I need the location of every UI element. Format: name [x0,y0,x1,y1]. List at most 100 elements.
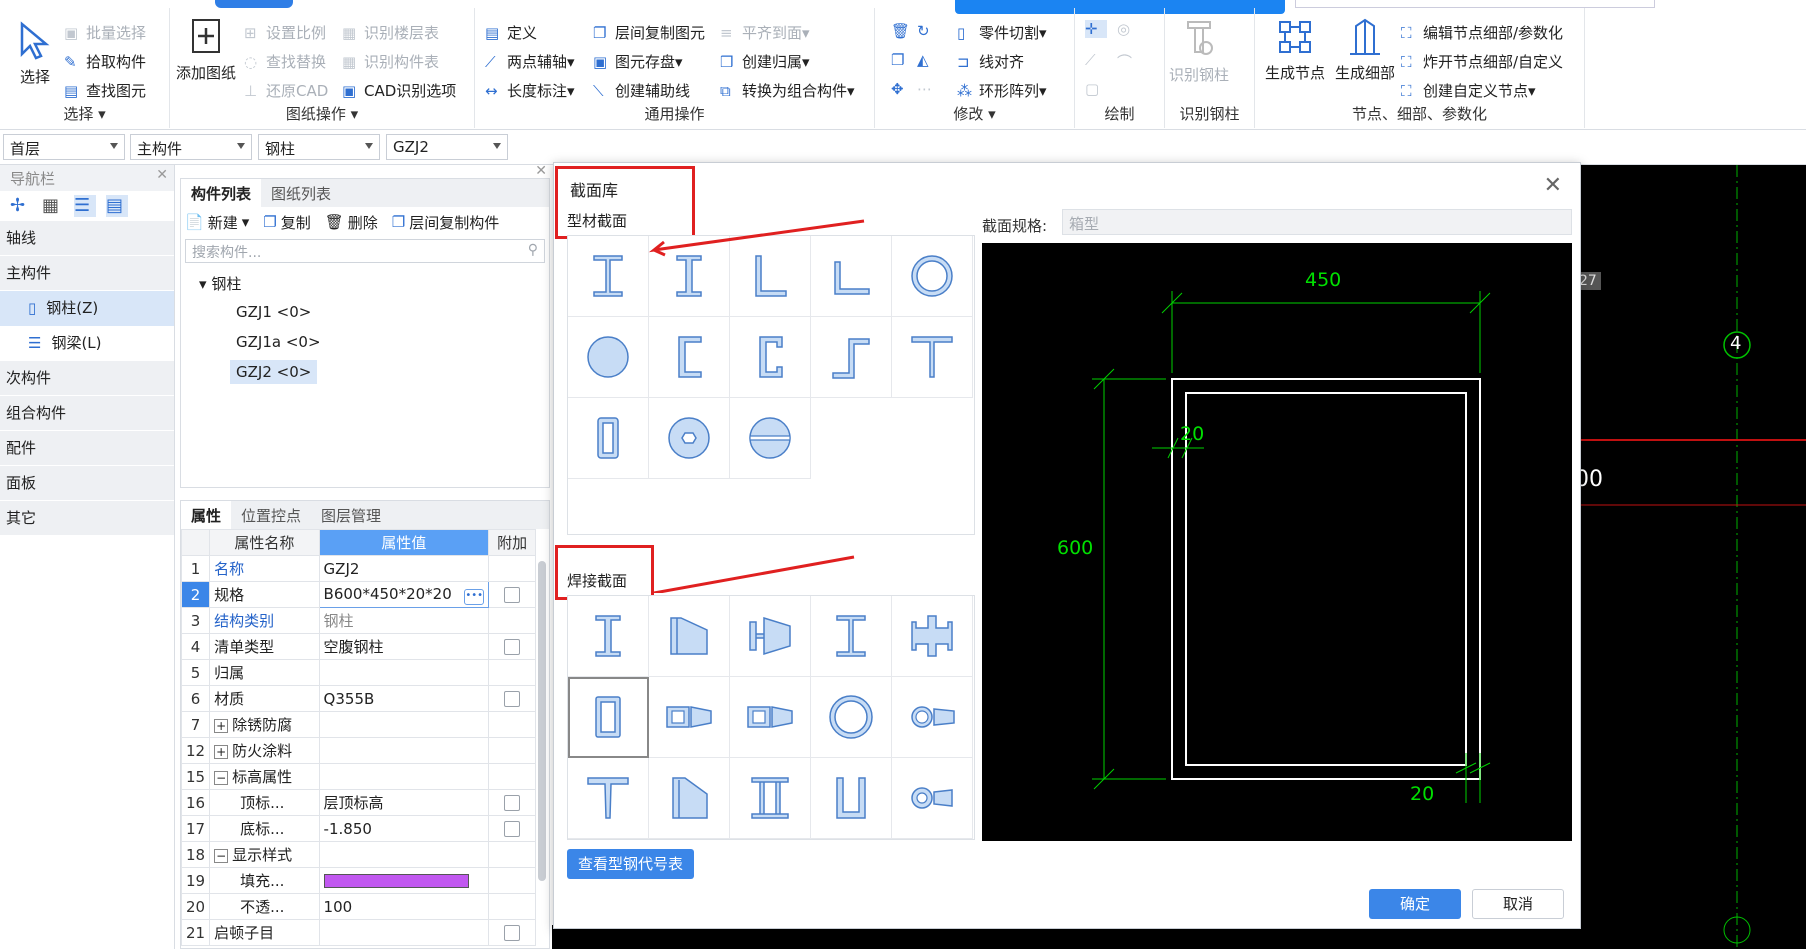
property-value[interactable]: 空腹钢柱 [318,633,490,660]
cad-identify-options-button[interactable]: ▣ CAD识别选项 [342,80,456,101]
copy-floor-element-button[interactable]: ❐ 层间复制图元 [593,22,705,43]
two-point-axis-button[interactable]: ⟋ 两点辅轴 ▾ [485,51,575,72]
tree-root-steel-column[interactable]: ▾ 钢柱 [181,265,549,298]
copy-floor-component-button[interactable]: ❐ 层间复制构件 [392,212,499,233]
table-row[interactable]: 12 + 防火涂料 [181,737,536,764]
spec-input[interactable]: 箱型 [1062,209,1572,235]
tree-item[interactable]: GZJ1 <0> [181,298,549,328]
batch-select-button[interactable]: ▣ 批量选择 [64,22,146,43]
type-select[interactable]: 钢柱 [258,134,380,160]
tab-layer-management[interactable]: 图层管理 [311,501,391,529]
extra-checkbox[interactable] [504,821,521,837]
tab-component-list[interactable]: 构件列表 [181,179,262,207]
convert-combo-button[interactable]: ⧉ 转换为组合构件 ▾ [720,80,855,101]
flush-button[interactable]: ≡ 平齐到面 ▾ [720,22,810,43]
property-value[interactable]: GZJ2 [318,555,490,582]
property-value[interactable]: -1.850 [318,815,490,842]
extra-checkbox[interactable] [504,691,521,707]
create-custom-node-button[interactable]: ⛶ 创建自定义节点 ▾ [1401,80,1536,101]
expand-icon[interactable]: + [214,718,229,733]
section-cell[interactable] [730,677,811,758]
identify-steel-column-button[interactable]: 识别钢柱 [1169,18,1229,85]
table-row[interactable]: 15− 标高属性 [181,763,536,790]
section-cell[interactable] [649,677,730,758]
circle-draw-button[interactable]: ◎ [1117,20,1139,38]
table-row[interactable]: 16 顶标... 层顶标高 [181,789,536,816]
table-row[interactable]: 3 结构类别 钢柱 [181,607,536,634]
nav-item-steel-column[interactable]: ▯ 钢柱(Z) [0,291,174,326]
table-row[interactable]: 6 材质 Q355B [181,685,536,712]
move-tool-button[interactable]: ✥ [891,80,913,98]
extra-checkbox[interactable] [504,925,521,941]
property-value[interactable]: Q355B [318,685,490,712]
detail-view-icon[interactable]: ▤ [106,195,128,217]
drawing-canvas[interactable]: 4 27 00 [1575,165,1806,949]
property-value[interactable]: B600*450*20*20 [324,585,452,603]
ok-button[interactable]: 确定 [1369,889,1461,919]
close-icon[interactable]: ✕ [156,167,168,183]
add-drawing-button[interactable]: 添加图纸 [176,16,236,83]
section-cell[interactable] [568,677,649,758]
find-element-button[interactable]: ▤ 查找图元 [64,80,146,101]
property-value[interactable]: 层顶标高 [318,789,490,816]
delete-component-button[interactable]: 🗑 删除 [325,212,378,233]
table-row[interactable]: 7 + 除锈防腐 [181,711,536,738]
property-value-cell[interactable]: B600*450*20*20 ••• [318,581,490,608]
edit-node-button[interactable]: ⛶ 编辑节点细部/参数化 [1401,22,1563,43]
table-row[interactable]: 5 归属 [181,659,536,686]
view-steel-code-table-button[interactable]: 查看型钢代号表 [567,849,694,879]
extra-checkbox[interactable] [504,587,521,603]
tree-item-selected[interactable]: GZJ2 <0> [181,358,549,388]
generate-node-button[interactable]: 生成节点 [1265,16,1325,83]
table-row[interactable]: 4 清单类型 空腹钢柱 [181,633,536,660]
nav-category-combo[interactable]: 组合构件 [0,396,174,431]
section-cell[interactable] [892,758,973,839]
section-cell[interactable] [649,758,730,839]
nav-category-fitting[interactable]: 配件 [0,431,174,466]
collapse-icon[interactable]: − [214,848,229,863]
point-draw-button[interactable]: ✛ [1085,20,1107,38]
new-component-button[interactable]: 📄 新建 ▾ [185,212,249,233]
arc-draw-button[interactable]: ⌒ [1117,51,1139,71]
extra-checkbox[interactable] [504,639,521,655]
properties-scrollbar[interactable] [538,561,546,881]
nav-category-panel[interactable]: 面板 [0,466,174,501]
section-cell[interactable] [811,758,892,839]
tab-drawing-list[interactable]: 图纸列表 [261,179,341,207]
rotate-tool-button[interactable]: ↻ [917,22,939,40]
nav-category-other[interactable]: 其它 [0,501,174,536]
table-row[interactable]: 21 启顿子目 [181,919,536,946]
create-aux-line-button[interactable]: ⟍ 创建辅助线 [593,80,690,101]
close-icon[interactable]: ✕ [535,163,547,179]
table-row[interactable]: 2 规格 B600*450*20*20 ••• [181,581,536,608]
generate-detail-button[interactable]: 生成细部 [1335,16,1395,83]
identify-floor-table-button[interactable]: ▦ 识别楼层表 [342,22,439,43]
property-value[interactable] [318,659,490,686]
modify-group-label[interactable]: 修改 ▾ [875,103,1074,124]
ring-array-button[interactable]: ⁂ 环形阵列 ▾ [957,80,1047,101]
nav-item-steel-beam[interactable]: ☰ 钢梁(L) [0,326,174,361]
drawing-group-label[interactable]: 图纸操作 ▾ [170,103,474,124]
table-row[interactable]: 1 名称 GZJ2 [181,555,536,582]
length-dim-button[interactable]: ↔ 长度标注 ▾ [485,80,575,101]
find-replace-button[interactable]: ◌ 查找替换 [244,51,326,72]
list-view-icon[interactable]: ☰ [74,195,96,217]
part-cut-button[interactable]: ▯ 零件切割 ▾ [957,22,1047,43]
cancel-button[interactable]: 取消 [1472,889,1564,919]
section-cell[interactable] [730,596,811,677]
tab-position-control[interactable]: 位置控点 [231,501,311,529]
section-cell[interactable] [811,596,892,677]
nav-category-axis[interactable]: 轴线 [0,221,174,256]
define-button[interactable]: ▤ 定义 [485,22,537,43]
instance-select[interactable]: GZJ2 [386,134,508,160]
nav-category-secondary[interactable]: 次构件 [0,361,174,396]
rect-draw-button[interactable]: ▢ [1085,80,1107,98]
property-value[interactable]: 100 [318,893,490,920]
element-save-button[interactable]: ▣ 图元存盘 ▾ [593,51,683,72]
floor-select[interactable]: 首层 [3,134,125,160]
copy-tool-button[interactable]: ❐ [891,51,913,69]
table-row[interactable]: 18− 显示样式 [181,841,536,868]
section-cell[interactable] [892,677,973,758]
nav-category-main[interactable]: 主构件 [0,256,174,291]
copy-component-button[interactable]: ❐ 复制 [263,212,310,233]
